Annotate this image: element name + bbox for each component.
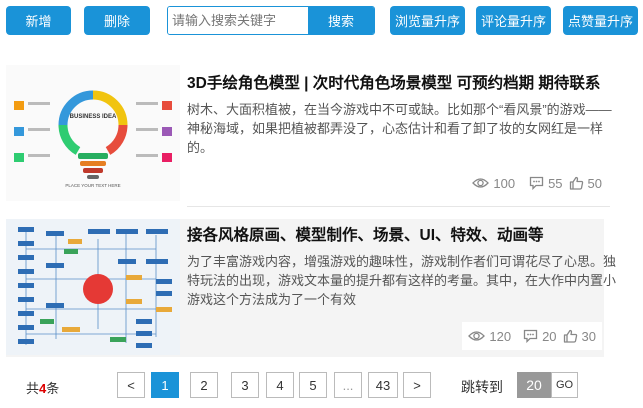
- thumbs-up-icon: [569, 176, 583, 190]
- delete-button[interactable]: 删除: [84, 6, 150, 35]
- article-description: 为了丰富游戏内容，增强游戏的趣味性，游戏制作者们可谓花尽了心思。独特玩法的出现，…: [187, 254, 617, 307]
- add-button[interactable]: 新增: [6, 6, 71, 35]
- comments-stat: 20: [523, 328, 557, 344]
- page-button-5[interactable]: 5: [299, 372, 327, 398]
- article-title[interactable]: 接各风格原画、模型制作、场景、UI、特效、动画等: [187, 223, 544, 245]
- thumbnail-caption: PLACE YOUR TEXT HERE: [65, 183, 121, 188]
- page-button-1[interactable]: 1: [151, 372, 179, 398]
- toolbar: 新增 删除 搜索 浏览量升序 评论量升序 点赞量升序: [0, 0, 643, 44]
- comments-stat: 55: [529, 175, 563, 191]
- search-input[interactable]: [168, 7, 308, 34]
- views-stat: 100: [472, 176, 515, 191]
- total-suffix: 条: [46, 381, 60, 396]
- page-button-2[interactable]: 2: [190, 372, 218, 398]
- total-count-label: 共4条: [26, 378, 59, 397]
- jump-to-label: 跳转到: [461, 379, 503, 395]
- article-stats: 120 20 30: [462, 322, 602, 350]
- comment-icon: [523, 329, 538, 343]
- search-box: 搜索: [167, 6, 375, 35]
- views-count: 120: [489, 328, 512, 344]
- thumbnail-title: BUSINESS IDEA: [69, 114, 117, 120]
- likes-count: 50: [587, 175, 602, 191]
- article-description: 树木、大面积植被，在当今游戏中不可或缺。比如那个“看风景”的游戏——神秘海域，如…: [187, 102, 612, 155]
- sort-comments-button[interactable]: 评论量升序: [476, 6, 551, 35]
- article-thumbnail[interactable]: BUSINESS IDEA PLACE YOUR TEXT HERE: [6, 65, 180, 201]
- flowchart-diagram-image: [6, 219, 180, 355]
- total-prefix: 共: [26, 381, 40, 396]
- page-button-3[interactable]: 3: [231, 372, 259, 398]
- article-title[interactable]: 3D手绘角色模型 | 次时代角色场景模型 可预约档期 期待联系: [187, 71, 600, 93]
- article-item[interactable]: 接各风格原画、模型制作、场景、UI、特效、动画等 为了丰富游戏内容，增强游戏的趣…: [6, 219, 616, 357]
- views-count: 100: [493, 175, 516, 191]
- article-item[interactable]: BUSINESS IDEA PLACE YOUR TEXT HERE 3D手绘角…: [6, 65, 612, 203]
- page-ellipsis: ...: [334, 372, 362, 398]
- thumbs-up-icon: [563, 329, 577, 343]
- sort-views-button[interactable]: 浏览量升序: [390, 6, 465, 35]
- article-thumbnail[interactable]: [6, 219, 180, 355]
- eye-icon: [472, 178, 490, 188]
- comment-icon: [529, 176, 544, 190]
- comments-count: 20: [542, 328, 557, 344]
- next-page-button[interactable]: >: [403, 372, 431, 398]
- prev-page-button[interactable]: <: [117, 372, 145, 398]
- page-button-4[interactable]: 4: [266, 372, 294, 398]
- search-button[interactable]: 搜索: [308, 7, 374, 34]
- jump-page-input[interactable]: 20: [517, 372, 551, 398]
- sort-likes-button[interactable]: 点赞量升序: [563, 6, 638, 35]
- business-idea-infographic: [6, 65, 180, 201]
- comments-count: 55: [548, 175, 563, 191]
- eye-icon: [468, 331, 486, 341]
- likes-count: 30: [581, 328, 596, 344]
- pagination: 共4条 < 1 2 3 4 5 ... 43 > 跳转到 20 GO: [0, 370, 643, 402]
- views-stat: 120: [468, 329, 511, 344]
- article-divider: [187, 206, 610, 207]
- page-button-last[interactable]: 43: [368, 372, 398, 398]
- go-button[interactable]: GO: [551, 372, 578, 398]
- likes-stat: 30: [563, 329, 596, 344]
- article-stats: 100 55 50: [464, 169, 602, 197]
- likes-stat: 50: [569, 176, 602, 191]
